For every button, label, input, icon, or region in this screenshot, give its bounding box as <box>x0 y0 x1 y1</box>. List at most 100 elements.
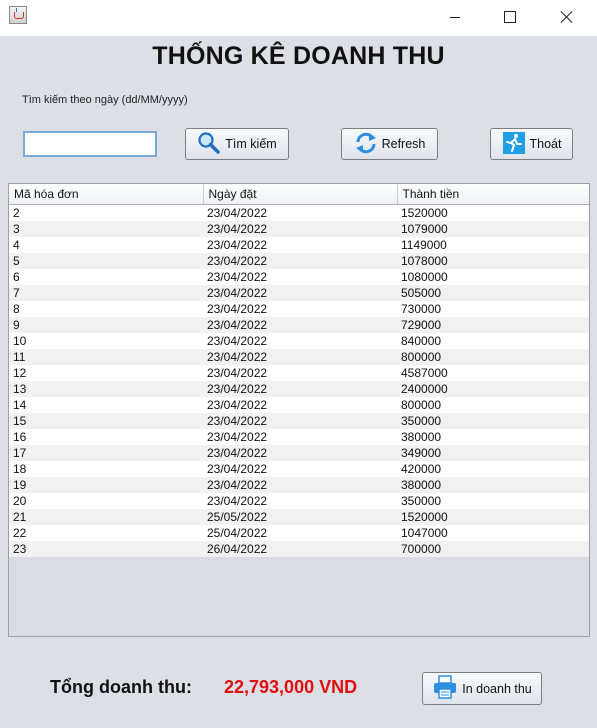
table-row[interactable]: 9 23/04/2022 729000 <box>9 317 589 333</box>
cell-amount: 700000 <box>397 541 589 557</box>
cell-order-date: 23/04/2022 <box>203 221 397 237</box>
table-row[interactable]: 23 26/04/2022 700000 <box>9 541 589 557</box>
cell-order-date: 23/04/2022 <box>203 381 397 397</box>
cell-invoice-id: 12 <box>9 365 203 381</box>
cell-order-date: 23/04/2022 <box>203 333 397 349</box>
table-row[interactable]: 5 23/04/2022 1078000 <box>9 253 589 269</box>
minimize-button[interactable] <box>432 0 478 34</box>
magnifier-icon <box>197 131 221 158</box>
java-app-icon <box>9 6 27 24</box>
cell-order-date: 23/04/2022 <box>203 429 397 445</box>
table-row[interactable]: 3 23/04/2022 1079000 <box>9 221 589 237</box>
cell-amount: 380000 <box>397 429 589 445</box>
maximize-icon <box>504 11 516 23</box>
cell-order-date: 23/04/2022 <box>203 237 397 253</box>
maximize-button[interactable] <box>487 0 533 34</box>
table-row[interactable]: 2 23/04/2022 1520000 <box>9 204 589 221</box>
cell-amount: 1079000 <box>397 221 589 237</box>
close-button[interactable] <box>544 0 590 34</box>
cell-order-date: 23/04/2022 <box>203 253 397 269</box>
cell-amount: 350000 <box>397 413 589 429</box>
cell-invoice-id: 22 <box>9 525 203 541</box>
table-row[interactable]: 22 25/04/2022 1047000 <box>9 525 589 541</box>
revenue-table[interactable]: Mã hóa đơn Ngày đặt Thành tiền 2 23/04/20… <box>8 183 590 637</box>
column-header-invoice-id[interactable]: Mã hóa đơn <box>9 184 204 205</box>
table-row[interactable]: 17 23/04/2022 349000 <box>9 445 589 461</box>
cell-order-date: 23/04/2022 <box>203 365 397 381</box>
cell-invoice-id: 10 <box>9 333 203 349</box>
cell-invoice-id: 9 <box>9 317 203 333</box>
cell-invoice-id: 7 <box>9 285 203 301</box>
table-row[interactable]: 20 23/04/2022 350000 <box>9 493 589 509</box>
cell-invoice-id: 14 <box>9 397 203 413</box>
cell-order-date: 23/04/2022 <box>203 477 397 493</box>
cell-amount: 800000 <box>397 397 589 413</box>
cell-invoice-id: 5 <box>9 253 203 269</box>
cell-amount: 380000 <box>397 477 589 493</box>
cell-amount: 1520000 <box>397 509 589 525</box>
total-revenue-value: 22,793,000 VND <box>224 677 358 697</box>
cell-amount: 1520000 <box>397 204 589 221</box>
table-row[interactable]: 14 23/04/2022 800000 <box>9 397 589 413</box>
cell-amount: 2400000 <box>397 381 589 397</box>
table-row[interactable]: 11 23/04/2022 800000 <box>9 349 589 365</box>
table-row[interactable]: 13 23/04/2022 2400000 <box>9 381 589 397</box>
cell-order-date: 23/04/2022 <box>203 301 397 317</box>
cell-invoice-id: 16 <box>9 429 203 445</box>
cell-invoice-id: 20 <box>9 493 203 509</box>
table-row[interactable]: 18 23/04/2022 420000 <box>9 461 589 477</box>
cell-order-date: 25/05/2022 <box>203 509 397 525</box>
table-row[interactable]: 6 23/04/2022 1080000 <box>9 269 589 285</box>
cell-invoice-id: 18 <box>9 461 203 477</box>
exit-button[interactable]: Thoát <box>490 128 573 160</box>
refresh-arrows-icon <box>354 131 378 158</box>
table-row[interactable]: 7 23/04/2022 505000 <box>9 285 589 301</box>
column-header-amount[interactable]: Thành tiền <box>397 184 589 205</box>
search-button-label: Tìm kiếm <box>225 137 277 151</box>
exit-button-label: Thoát <box>529 137 562 151</box>
date-search-input[interactable] <box>23 131 157 157</box>
table-row[interactable]: 21 25/05/2022 1520000 <box>9 509 589 525</box>
table-row[interactable]: 15 23/04/2022 350000 <box>9 413 589 429</box>
cell-order-date: 23/04/2022 <box>203 413 397 429</box>
cell-amount: 840000 <box>397 333 589 349</box>
refresh-button[interactable]: Refresh <box>341 128 438 160</box>
search-button[interactable]: Tìm kiếm <box>185 128 289 160</box>
cell-amount: 349000 <box>397 445 589 461</box>
cell-invoice-id: 13 <box>9 381 203 397</box>
page-title: THỐNG KÊ DOANH THU <box>152 42 445 70</box>
cell-amount: 350000 <box>397 493 589 509</box>
cell-invoice-id: 19 <box>9 477 203 493</box>
cell-amount: 729000 <box>397 317 589 333</box>
table-row[interactable]: 8 23/04/2022 730000 <box>9 301 589 317</box>
minimize-icon <box>450 16 460 18</box>
cell-amount: 1080000 <box>397 269 589 285</box>
cell-order-date: 23/04/2022 <box>203 204 397 221</box>
cell-order-date: 23/04/2022 <box>203 445 397 461</box>
cell-invoice-id: 2 <box>9 204 203 221</box>
running-exit-icon <box>502 131 526 158</box>
table-row[interactable]: 16 23/04/2022 380000 <box>9 429 589 445</box>
close-icon <box>560 10 574 24</box>
table-row[interactable]: 19 23/04/2022 380000 <box>9 477 589 493</box>
window-titlebar <box>0 0 597 36</box>
cell-amount: 1078000 <box>397 253 589 269</box>
cell-invoice-id: 3 <box>9 221 203 237</box>
column-header-order-date[interactable]: Ngày đặt <box>203 184 398 205</box>
cell-order-date: 23/04/2022 <box>203 269 397 285</box>
printer-icon <box>432 674 458 703</box>
cell-invoice-id: 6 <box>9 269 203 285</box>
cell-amount: 730000 <box>397 301 589 317</box>
table-header-row: Mã hóa đơn Ngày đặt Thành tiền <box>9 184 589 205</box>
cell-order-date: 23/04/2022 <box>203 461 397 477</box>
cell-order-date: 23/04/2022 <box>203 397 397 413</box>
cell-amount: 1047000 <box>397 525 589 541</box>
cell-invoice-id: 8 <box>9 301 203 317</box>
cell-order-date: 26/04/2022 <box>203 541 397 557</box>
table-row[interactable]: 12 23/04/2022 4587000 <box>9 365 589 381</box>
cell-order-date: 23/04/2022 <box>203 317 397 333</box>
print-revenue-button[interactable]: In doanh thu <box>422 672 542 705</box>
table-row[interactable]: 10 23/04/2022 840000 <box>9 333 589 349</box>
print-button-label: In doanh thu <box>462 681 532 696</box>
table-row[interactable]: 4 23/04/2022 1149000 <box>9 237 589 253</box>
